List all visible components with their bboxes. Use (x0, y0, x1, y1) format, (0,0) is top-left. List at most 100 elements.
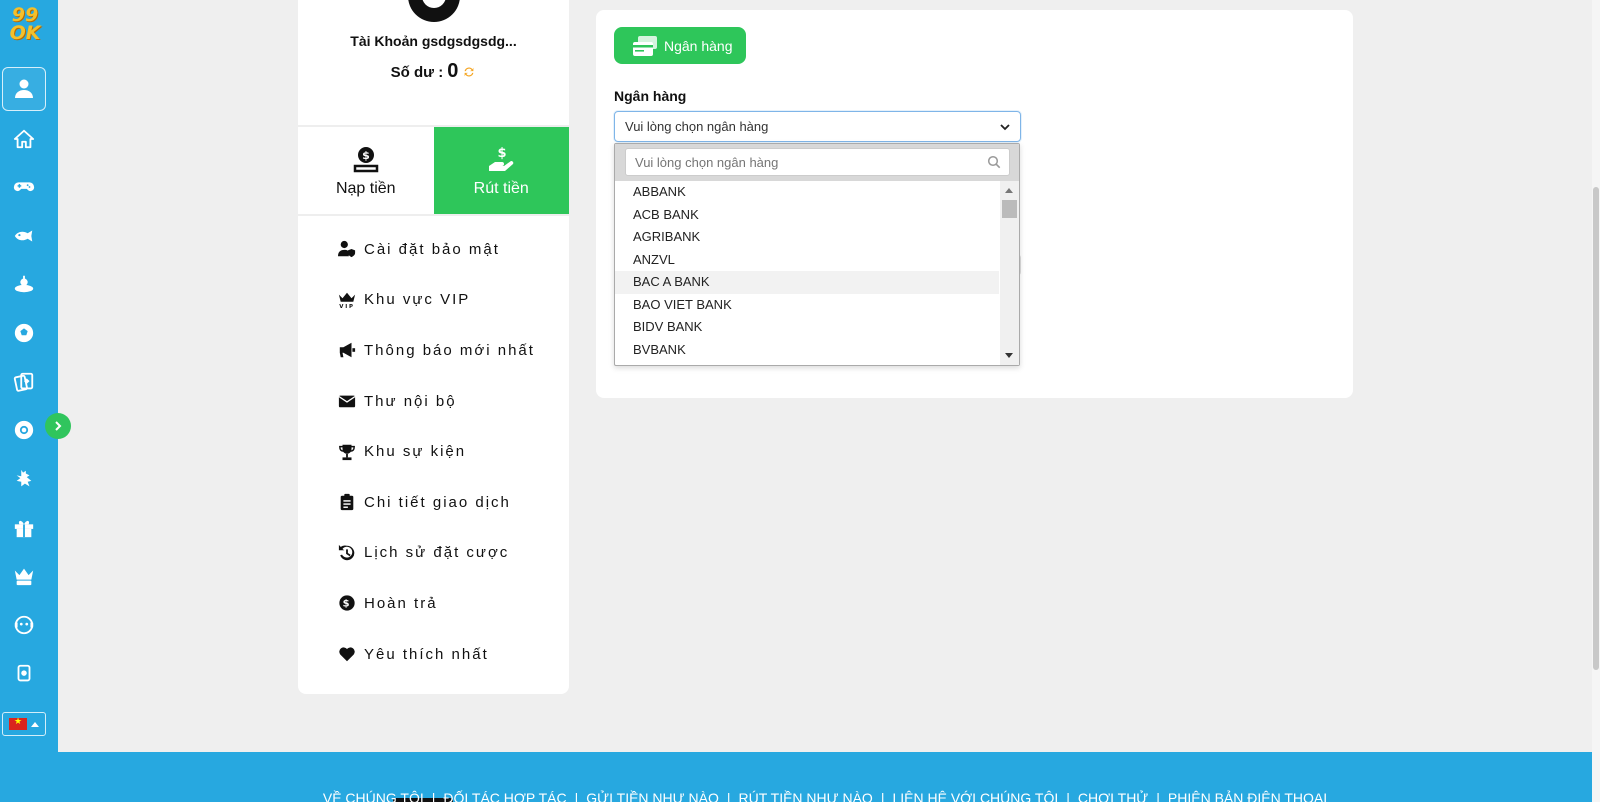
bank-option[interactable]: AGRIBANK (615, 226, 999, 249)
menu-item-security[interactable]: Cài đặt bảo mật (338, 224, 535, 275)
bank-options-list: ABBANK ACB BANK AGRIBANK ANZVL BAC A BAN… (615, 181, 999, 365)
menu-item-inbox[interactable]: Thư nội bộ (338, 376, 535, 427)
menu-item-label: Chi tiết giao dịch (364, 493, 511, 511)
sidebar-item-sports[interactable] (10, 319, 38, 347)
bank-method-button[interactable]: Ngân hàng (614, 27, 746, 64)
footer-link-partners[interactable]: ĐỐI TÁC HỢP TÁC (443, 790, 566, 802)
user-icon (15, 79, 33, 98)
sidebar-item-cards[interactable] (10, 368, 38, 396)
account-name: Tài Khoản gsdgsdgsdg... (350, 33, 517, 49)
menu-item-label: Cài đặt bảo mật (364, 240, 500, 258)
sidebar-item-promotions[interactable] (10, 514, 38, 542)
sidebar-item-lottery[interactable] (10, 270, 38, 298)
search-icon (987, 155, 1001, 169)
bank-field-label: Ngân hàng (614, 88, 687, 104)
menu-item-rebate[interactable]: $ Hoàn trả (338, 578, 535, 629)
bank-search-wrap (615, 144, 1019, 181)
bank-option[interactable]: BAC A BANK (615, 271, 999, 294)
bank-cards-icon (633, 35, 657, 56)
page-scrollbar[interactable] (1592, 0, 1600, 802)
left-sidebar: 99 OK (0, 0, 58, 802)
footer-link-about[interactable]: VỀ CHÚNG TÔI (323, 790, 424, 802)
avatar (408, 0, 460, 22)
playing-cards-icon (13, 372, 34, 392)
bank-select[interactable]: Vui lòng chọn ngân hàng (614, 111, 1021, 142)
home-icon (13, 129, 35, 149)
language-selector[interactable] (2, 712, 46, 736)
scroll-down-arrow-icon[interactable] (1005, 353, 1013, 358)
sidebar-item-account[interactable] (2, 67, 46, 111)
bank-option[interactable]: BVBANK (615, 339, 999, 362)
menu-item-bet-history[interactable]: Lịch sử đặt cược (338, 528, 535, 579)
svg-text:$: $ (498, 146, 507, 161)
refresh-icon[interactable] (462, 65, 476, 79)
tab-withdraw[interactable]: $ Rút tiền (433, 127, 569, 214)
sidebar-item-cockfight[interactable] (10, 465, 38, 493)
bank-option[interactable]: ANZVL (615, 249, 999, 272)
tab-deposit[interactable]: $ Nạp tiền (298, 127, 434, 214)
sidebar-item-vip[interactable] (10, 562, 38, 590)
billiard-ball-icon (14, 420, 34, 440)
footer-link-demo[interactable]: CHƠI THỬ (1078, 790, 1148, 802)
dollar-coin-icon: $ (339, 595, 355, 612)
bank-dropdown: ABBANK ACB BANK AGRIBANK ANZVL BAC A BAN… (614, 143, 1020, 366)
chevron-right-icon (55, 421, 62, 431)
wallet-tabs: $ Nạp tiền $ Rút tiền (298, 125, 569, 216)
bank-option[interactable]: BIDV BANK (615, 316, 999, 339)
trophy-icon (339, 444, 355, 460)
bank-select-value: Vui lòng chọn ngân hàng (625, 119, 769, 134)
soccer-ball-icon (14, 323, 34, 343)
menu-item-label: Lịch sử đặt cược (364, 544, 510, 562)
sidebar-item-billiards[interactable] (10, 416, 38, 444)
bank-option[interactable]: BAO VIET BANK (615, 294, 999, 317)
menu-item-label: Thông báo mới nhất (364, 341, 535, 359)
menu-item-favorites[interactable]: Yêu thích nhất (338, 629, 535, 680)
menu-item-events[interactable]: Khu sự kiện (338, 426, 535, 477)
clipboard-icon (340, 494, 354, 511)
page-scrollbar-thumb[interactable] (1593, 187, 1599, 670)
vip-crown-icon: VIP (338, 292, 356, 309)
lottery-icon (14, 275, 34, 293)
tab-deposit-label: Nạp tiền (335, 179, 396, 197)
balance-label: Số dư : (390, 64, 444, 81)
site-logo[interactable]: 99 OK (3, 2, 47, 46)
bank-option[interactable]: ABBANK (615, 181, 999, 204)
footer-link-deposit-guide[interactable]: GỬI TIỀN NHƯ NÀO (586, 790, 719, 802)
scroll-up-arrow-icon[interactable] (1005, 188, 1013, 193)
withdraw-icon: $ (489, 146, 514, 171)
sidebar-item-games[interactable] (10, 173, 38, 201)
menu-item-transactions[interactable]: Chi tiết giao dịch (338, 477, 535, 528)
bank-search-input[interactable] (625, 148, 1010, 176)
sidebar-item-responsible[interactable] (10, 660, 38, 688)
user-shield-icon (338, 241, 356, 258)
footer: VỀ CHÚNG TÔI | ĐỐI TÁC HỢP TÁC | GỬI TIỀ… (58, 752, 1592, 802)
dropdown-scrollbar[interactable] (1000, 181, 1019, 365)
support-agent-icon (14, 615, 34, 635)
footer-link-mobile[interactable]: PHIÊN BẢN ĐIỆN THOẠI (1168, 790, 1327, 802)
fish-icon (14, 230, 33, 242)
account-menu: Cài đặt bảo mật VIP Khu vực VIP Thông bá… (338, 224, 535, 679)
history-icon (338, 544, 355, 561)
footer-separator: | (574, 790, 579, 802)
rooster-icon (16, 469, 32, 487)
sidebar-item-fishing[interactable] (10, 222, 38, 250)
deposit-icon: $ (353, 146, 378, 172)
hand-card-icon (17, 664, 31, 682)
vip-crown-icon (14, 568, 34, 586)
sidebar-expand-button[interactable] (45, 413, 71, 439)
gift-icon (14, 520, 34, 538)
gamepad-icon (13, 182, 35, 192)
bank-option[interactable]: ACB BANK (615, 204, 999, 227)
footer-links: VỀ CHÚNG TÔI | ĐỐI TÁC HỢP TÁC | GỬI TIỀ… (58, 790, 1592, 802)
account-panel: Tài Khoản gsdgsdgsdg... Số dư : 0 $ Nạp … (298, 0, 569, 694)
footer-link-contact[interactable]: LIÊN HỆ VỚI CHÚNG TÔI (892, 790, 1058, 802)
chevron-down-icon (1000, 124, 1010, 131)
footer-separator: | (1066, 790, 1070, 802)
sidebar-item-home[interactable] (10, 125, 38, 153)
menu-item-vip[interactable]: VIP Khu vực VIP (338, 275, 535, 326)
footer-link-withdraw-guide[interactable]: RÚT TIỀN NHƯ NÀO (738, 790, 872, 802)
menu-item-notifications[interactable]: Thông báo mới nhất (338, 325, 535, 376)
footer-separator: | (880, 790, 885, 802)
scrollbar-thumb[interactable] (1002, 200, 1017, 218)
sidebar-item-support[interactable] (10, 611, 38, 639)
